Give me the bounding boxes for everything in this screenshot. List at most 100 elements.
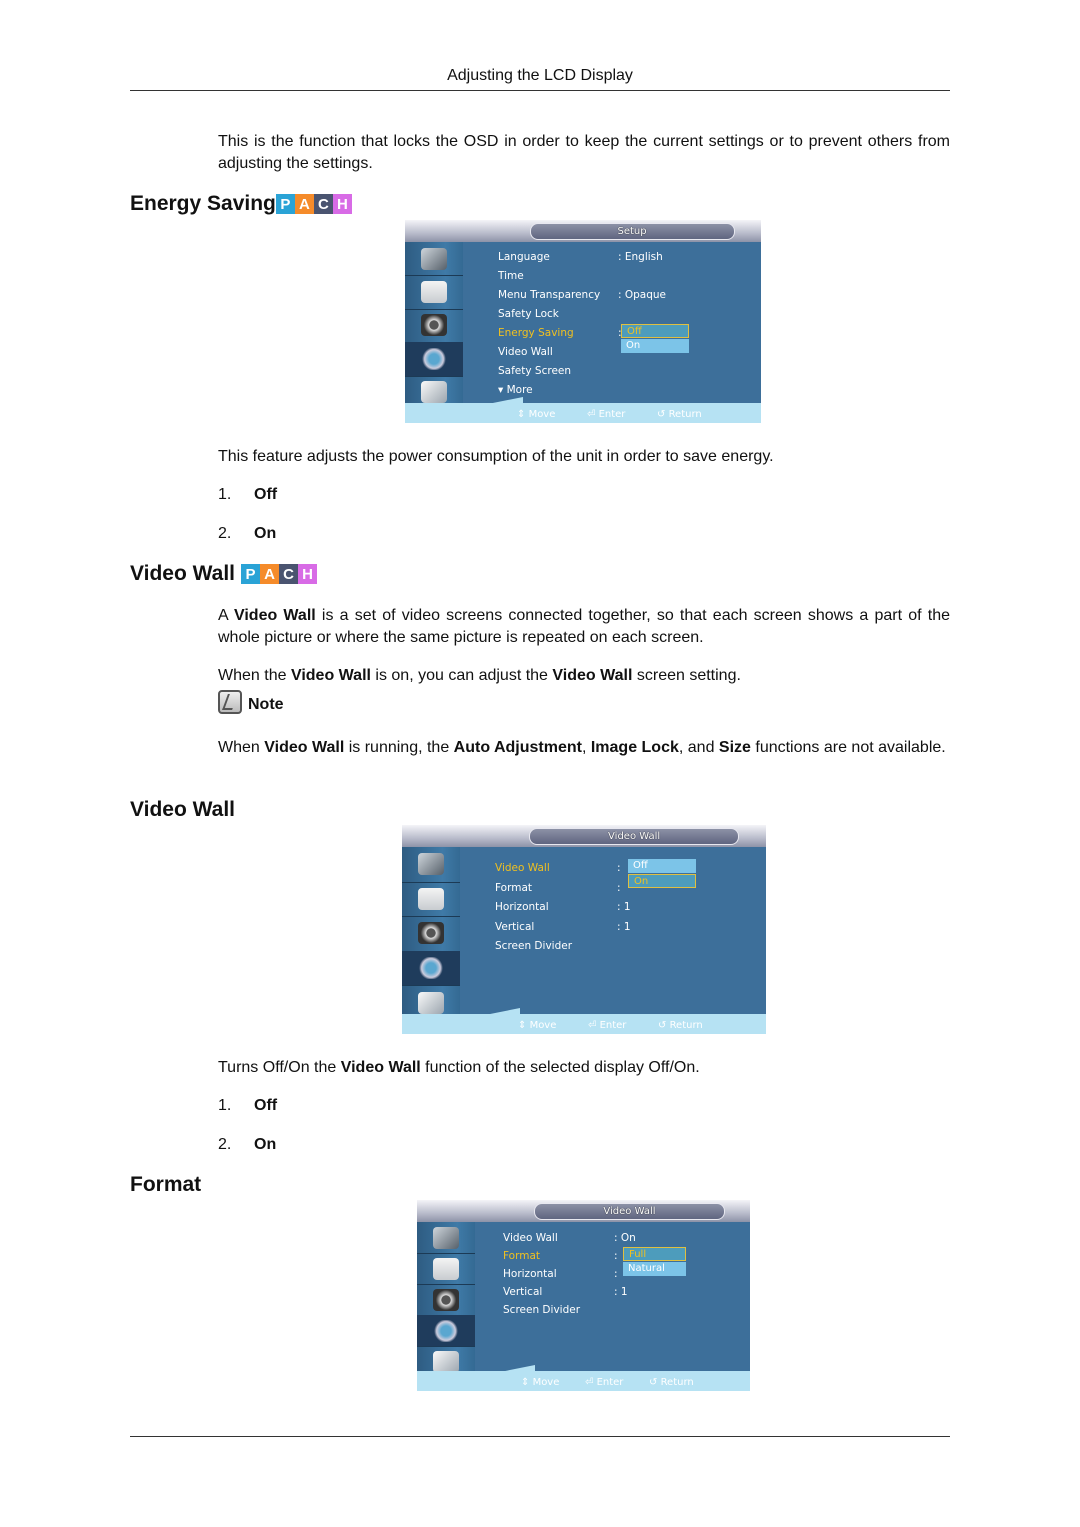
osd-sidebar-tab[interactable] (405, 342, 463, 377)
text: screen setting. (632, 667, 741, 684)
hint-label: Enter (596, 1377, 624, 1388)
multi-control-icon (418, 991, 444, 1014)
osd-menu-item[interactable]: Energy Saving (498, 327, 574, 339)
header-rule (130, 90, 950, 91)
osd-title: Video Wall (533, 1203, 726, 1220)
enter-icon: ⏎ (585, 1377, 597, 1388)
sound-icon (433, 1288, 459, 1311)
osd-menu-item[interactable]: Menu Transparency (498, 289, 600, 301)
enter-hint: ⏎ Enter (588, 1020, 626, 1031)
osd-menu-item[interactable]: ▾ More (498, 384, 533, 396)
list-item: 1. Off (218, 486, 277, 504)
note-pencil-icon (218, 690, 242, 714)
list-value: Off (254, 1097, 278, 1114)
osd-footer (405, 403, 761, 423)
osd-sidebar-tab[interactable] (405, 242, 463, 277)
osd-menu-item[interactable]: Safety Screen (498, 365, 571, 377)
osd-sidebar-tab[interactable] (417, 1315, 475, 1347)
osd-sidebar-tab[interactable] (405, 275, 463, 310)
hint-label: Move (528, 409, 556, 420)
hint-label: Move (532, 1377, 560, 1388)
bold-term: Video Wall (233, 607, 316, 624)
format-heading: Format (130, 1173, 201, 1197)
osd-menu-item[interactable]: Screen Divider (495, 940, 572, 952)
osd-menu-value: : Opaque (618, 289, 667, 301)
return-icon: ↺ (649, 1377, 661, 1388)
heading-text: Video Wall (130, 798, 236, 821)
osd-sidebar-tab[interactable] (402, 950, 460, 987)
enter-icon: ⏎ (587, 409, 599, 420)
osd-sidebar-tab[interactable] (402, 847, 460, 883)
list-num: 2. (218, 1136, 232, 1153)
page-header-title: Adjusting the LCD Display (447, 67, 633, 84)
osd-sidebar (417, 1222, 475, 1378)
intro-paragraph: This is the function that locks the OSD … (218, 133, 950, 172)
multi-control-icon (433, 1350, 459, 1373)
osd-menu-value: : (617, 881, 621, 894)
return-hint: ↺ Return (649, 1377, 694, 1388)
osd-menu-item[interactable]: Horizontal (495, 901, 549, 913)
badge-letter-c: C (279, 564, 299, 584)
osd-footer (417, 1371, 750, 1391)
list-value: On (254, 525, 277, 542)
hint-label: Return (660, 1377, 694, 1388)
badge-letter-a: A (260, 564, 280, 584)
setup-gear-icon (421, 347, 447, 370)
text: is on, you can adjust the (370, 667, 553, 684)
text: functions are not available. (750, 739, 946, 756)
text: A (218, 607, 234, 624)
osd-sidebar-tab[interactable] (402, 916, 460, 952)
bold-term: Video Wall (264, 739, 345, 756)
osd-menu-item[interactable]: Format (503, 1250, 540, 1262)
setup-gear-icon (433, 1319, 459, 1342)
text: , (581, 739, 591, 756)
osd-menu-item[interactable]: Language (498, 251, 550, 263)
text: is running, the (344, 739, 454, 756)
badge-letter-a: A (294, 194, 314, 214)
osd-setup-menu: Setup Language: English Time Menu Transpare… (405, 220, 761, 423)
osd-menu-item[interactable]: Format (495, 882, 532, 894)
osd-menu-item[interactable]: Video Wall (503, 1232, 558, 1244)
osd-option-on[interactable]: On (628, 874, 696, 888)
osd-option-off[interactable]: Off (621, 324, 689, 338)
enter-hint: ⏎ Enter (587, 409, 625, 420)
osd-menu-value: : 1 (617, 920, 631, 933)
osd-option-off[interactable]: Off (628, 859, 696, 873)
bold-term: Size (718, 739, 751, 756)
osd-menu-item[interactable]: Screen Divider (503, 1304, 580, 1316)
hint-label: Return (668, 409, 702, 420)
osd-sidebar-tab[interactable] (417, 1284, 475, 1316)
osd-option-natural[interactable]: Natural (623, 1262, 686, 1276)
pach-badge: P A C H (275, 194, 352, 214)
bold-term: Video Wall (290, 667, 371, 684)
osd-menu-item[interactable]: Vertical (495, 921, 534, 933)
badge-letter-h: H (298, 564, 318, 584)
osd-footer (402, 1014, 766, 1034)
picture-icon (418, 887, 444, 910)
sound-icon (418, 922, 444, 945)
hint-label: Enter (598, 409, 626, 420)
osd-option-full[interactable]: Full (623, 1247, 686, 1261)
osd-sidebar-tab[interactable] (417, 1253, 475, 1285)
bold-term: Video Wall (340, 1059, 421, 1076)
osd-title: Setup (529, 223, 735, 240)
osd-menu-item[interactable]: Safety Lock (498, 308, 559, 320)
osd-menu-item[interactable]: Video Wall (495, 862, 550, 874)
osd-menu-item[interactable]: Vertical (503, 1286, 542, 1298)
osd-sidebar-tab[interactable] (405, 309, 463, 344)
list-num: 1. (218, 486, 232, 503)
return-hint: ↺ Return (657, 409, 702, 420)
video-wall-on-paragraph: When the Video Wall is on, you can adjus… (218, 665, 950, 687)
text: is a set of video screens connected toge… (218, 607, 950, 646)
move-hint: ⇕ Move (518, 1020, 556, 1031)
video-wall-setting-heading: Video Wall (130, 798, 235, 822)
osd-sidebar-tab[interactable] (402, 882, 460, 918)
osd-sidebar-tab[interactable] (417, 1222, 475, 1254)
osd-menu-item[interactable]: Video Wall (498, 346, 553, 358)
badge-letter-p: P (275, 194, 295, 214)
osd-menu-item[interactable]: Horizontal (503, 1268, 557, 1280)
osd-option-on[interactable]: On (621, 339, 689, 353)
bold-term: Video Wall (552, 667, 633, 684)
osd-menu-item[interactable]: Time (498, 270, 524, 282)
return-icon: ↺ (658, 1020, 670, 1031)
